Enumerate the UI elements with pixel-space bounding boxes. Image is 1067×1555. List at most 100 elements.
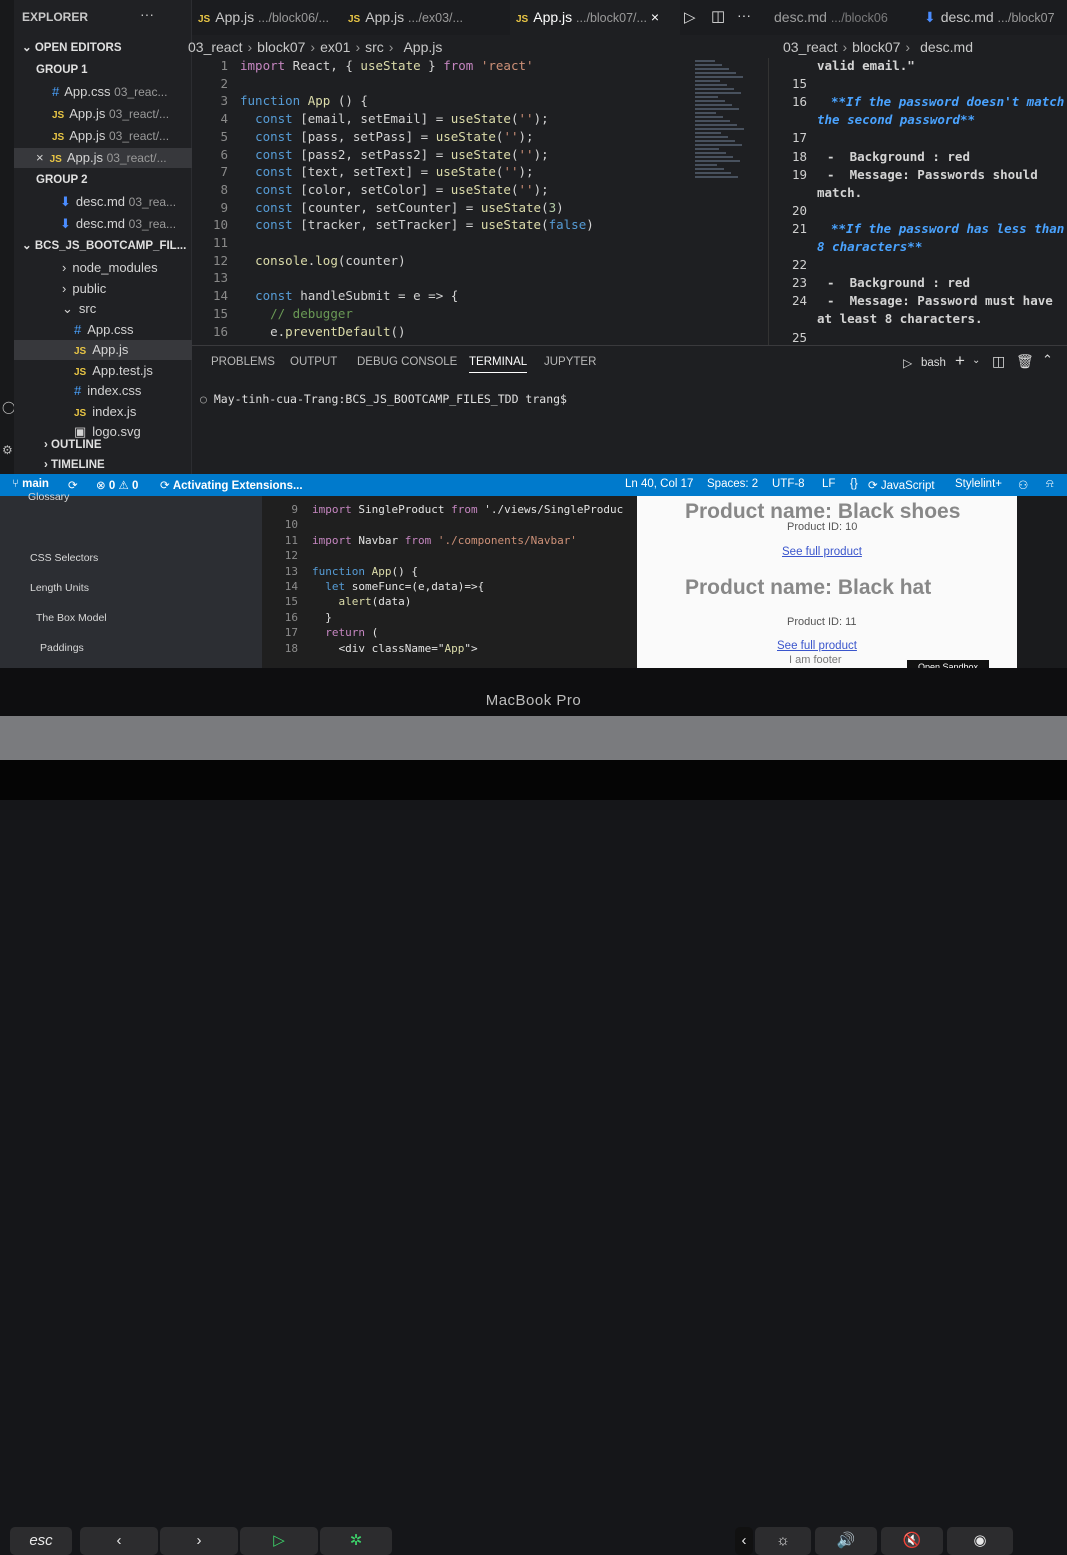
language-name: JavaScript: [880, 480, 935, 492]
language-mode[interactable]: ⟳ JavaScript: [868, 478, 935, 492]
status-bar: ⑂ main ⟳ ⊗ 0 ⚠ 0 ⟳ Activating Extensions…: [0, 474, 1067, 496]
chevron-down-icon[interactable]: ⌄: [972, 355, 980, 366]
breadcrumb-item[interactable]: desc.md: [920, 39, 973, 55]
docs-nav-item[interactable]: CSS Selectors: [30, 552, 98, 564]
editor-tab[interactable]: desc.md .../block06: [768, 0, 916, 35]
explorer-more-icon[interactable]: ···: [140, 6, 154, 22]
open-sandbox-button[interactable]: Open Sandbox: [907, 660, 989, 668]
sync-icon[interactable]: ⟳: [68, 478, 78, 492]
group-2-header[interactable]: GROUP 2: [14, 170, 192, 190]
tree-item-label: src: [78, 301, 97, 316]
tree-item[interactable]: › public: [14, 279, 192, 299]
editor-more-icon[interactable]: ···: [737, 7, 751, 23]
forward-key-icon[interactable]: ›: [160, 1527, 238, 1555]
cursor-position[interactable]: Ln 40, Col 17: [625, 478, 693, 490]
tree-item[interactable]: # App.css: [14, 320, 192, 340]
tab-path: .../block07: [997, 11, 1055, 25]
open-editors-section[interactable]: ⌄ OPEN EDITORS: [14, 38, 192, 58]
file-icon: #: [74, 383, 82, 398]
split-editor-icon[interactable]: ◫: [711, 7, 725, 25]
shell-name[interactable]: bash: [921, 357, 946, 369]
mute-key-icon[interactable]: 🔇: [881, 1527, 943, 1555]
debug-key-icon[interactable]: ✲: [320, 1527, 392, 1555]
siri-key-icon[interactable]: ◉: [947, 1527, 1013, 1555]
editor-tab[interactable]: ⬇ desc.md .../block07: [918, 0, 1067, 35]
panel-tab-terminal[interactable]: TERMINAL: [469, 356, 528, 373]
new-terminal-icon[interactable]: +: [955, 351, 965, 371]
encoding[interactable]: UTF-8: [772, 478, 805, 490]
markdown-editor[interactable]: valid email." 15 16 **If the password doesn…: [768, 58, 1067, 348]
problems-indicator[interactable]: ⊗ 0 ⚠ 0: [96, 478, 138, 492]
split-terminal-icon[interactable]: ◫: [992, 353, 1005, 370]
breadcrumb-item[interactable]: block07: [257, 39, 305, 55]
breadcrumb-item[interactable]: ex01: [320, 39, 350, 55]
minimap-line: [695, 176, 738, 178]
docs-nav-item[interactable]: Paddings: [40, 642, 84, 654]
editor-tab[interactable]: JS App.js .../block07/... ×: [510, 0, 680, 35]
timeline-section[interactable]: › TIMELINE: [14, 456, 192, 474]
back-key-icon[interactable]: ‹: [80, 1527, 158, 1555]
settings-gear-icon[interactable]: ⚙: [2, 443, 13, 457]
panel-tab-problems[interactable]: PROBLEMS: [211, 356, 275, 368]
maximize-panel-icon[interactable]: ⌃: [1042, 352, 1053, 368]
line-number: 17: [284, 626, 298, 640]
panel-tab-output[interactable]: OUTPUT: [290, 356, 337, 368]
breadcrumb-item[interactable]: App.js: [403, 39, 442, 55]
line-number: 3: [220, 93, 228, 109]
docs-nav-item[interactable]: Glossary: [28, 491, 69, 503]
minimap[interactable]: [695, 60, 745, 190]
breadcrumb-item[interactable]: src: [365, 39, 384, 55]
editor-tab[interactable]: JS App.js .../block06/...: [192, 0, 342, 35]
tree-item[interactable]: JS index.js: [14, 402, 192, 422]
panel-tab-jupyter[interactable]: JUPYTER: [544, 356, 596, 368]
see-full-product-link[interactable]: See full product: [777, 640, 857, 652]
volume-key-icon[interactable]: 🔊: [815, 1527, 877, 1555]
breadcrumb-item[interactable]: 03_react: [783, 39, 837, 55]
line-number: 12: [284, 549, 298, 563]
open-editor-item[interactable]: ⬇ desc.md 03_rea...: [14, 192, 192, 212]
terminal-prompt[interactable]: ○ May-tinh-cua-Trang:BCS_JS_BOOTCAMP_FIL…: [200, 392, 567, 406]
brightness-key-icon[interactable]: ☼: [755, 1527, 811, 1555]
close-editor-icon[interactable]: ×: [36, 150, 44, 165]
open-editor-item[interactable]: JS App.js 03_react/...: [14, 104, 192, 124]
docs-nav-item[interactable]: Length Units: [30, 582, 89, 594]
docs-nav-item[interactable]: The Box Model: [36, 612, 107, 624]
chevron-right-icon: ›: [905, 39, 911, 55]
close-tab-icon[interactable]: ×: [651, 9, 659, 25]
breadcrumb-item[interactable]: block07: [852, 39, 900, 55]
see-full-product-link[interactable]: See full product: [782, 546, 862, 558]
run-icon[interactable]: ▷: [684, 8, 696, 26]
line-number: 7: [220, 164, 228, 180]
line-number: 4: [220, 111, 228, 127]
open-editor-item[interactable]: # App.css 03_reac...: [14, 82, 192, 102]
outline-section[interactable]: › OUTLINE: [14, 436, 192, 454]
trash-icon[interactable]: 🗑: [1016, 353, 1034, 370]
tree-item[interactable]: ⌄ src: [14, 299, 192, 319]
project-folder-section[interactable]: ⌄ BCS_JS_BOOTCAMP_FIL...: [14, 236, 192, 256]
collapse-key-icon[interactable]: ‹: [735, 1527, 753, 1555]
run-key-icon[interactable]: ▷: [240, 1527, 318, 1555]
tree-item[interactable]: JS App.js: [14, 340, 192, 360]
group-1-header[interactable]: GROUP 1: [14, 60, 192, 80]
open-editor-item[interactable]: × JS App.js 03_react/...: [14, 148, 192, 168]
line-ending[interactable]: LF: [822, 478, 835, 490]
tab-path: .../block06/...: [258, 11, 329, 25]
editor-tab[interactable]: JS App.js .../ex03/...: [342, 0, 510, 35]
code-editor[interactable]: 1 import React, { useState } from 'react'…: [192, 56, 752, 344]
open-editor-item[interactable]: ⬇ desc.md 03_rea...: [14, 214, 192, 234]
indentation[interactable]: Spaces: 2: [707, 478, 758, 490]
tree-item[interactable]: JS App.test.js: [14, 361, 192, 381]
formatter[interactable]: Stylelint+: [955, 478, 1002, 490]
esc-key[interactable]: esc: [10, 1527, 72, 1555]
branch-indicator[interactable]: ⑂ main: [12, 478, 49, 490]
tree-item[interactable]: # index.css: [14, 381, 192, 401]
tree-item[interactable]: › node_modules: [14, 258, 192, 278]
bell-icon[interactable]: ⍾: [1046, 478, 1054, 491]
panel-tab-debug-console[interactable]: DEBUG CONSOLE: [357, 356, 457, 368]
breadcrumb-item[interactable]: 03_react: [188, 39, 242, 55]
file-name: desc.md: [75, 194, 126, 209]
feedback-icon[interactable]: ⚇: [1018, 478, 1028, 492]
braces-icon[interactable]: {}: [850, 478, 858, 490]
open-editor-item[interactable]: JS App.js 03_react/...: [14, 126, 192, 146]
js-file-icon: JS: [198, 14, 211, 25]
